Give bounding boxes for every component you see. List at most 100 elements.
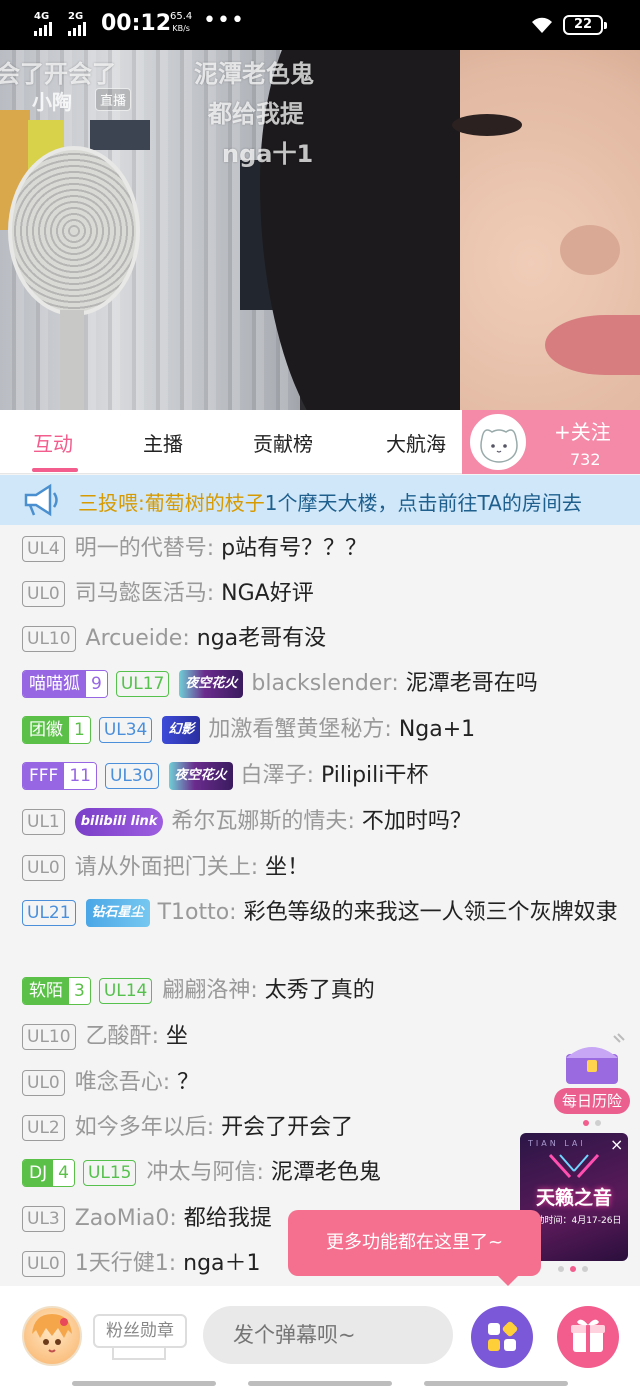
fan-medal[interactable]: 软陌 3 xyxy=(22,977,91,1005)
fan-medal[interactable]: FFF 11 xyxy=(22,762,97,790)
user-level-badge: UL30 xyxy=(104,763,159,789)
gift-notice-banner[interactable]: 三投喂:葡萄树的枝子1个摩天大楼，点击前往TA的房间去 xyxy=(0,475,640,525)
overlay-danmaku: 会了开会了 xyxy=(0,60,116,88)
chat-text: 彩色等级的来我这一人领三个灰牌奴隶 xyxy=(243,900,618,925)
chat-username[interactable]: Arcueide xyxy=(86,616,183,662)
user-level-badge: UL3 xyxy=(22,1206,65,1232)
signal-icon-2 xyxy=(68,22,86,36)
cat-avatar-icon xyxy=(480,429,518,463)
fan-medal[interactable]: DJ 4 xyxy=(22,1159,75,1187)
fan-medal-button[interactable]: 粉丝勋章 xyxy=(93,1314,187,1348)
treasure-chest-icon xyxy=(566,1033,625,1084)
chat-username[interactable]: 白澤子 xyxy=(241,753,307,799)
chat-message: FFF 11 UL30 夜空花火 白澤子: Pilipili干杯 xyxy=(22,753,632,799)
fan-medal-name: 喵喵狐 xyxy=(23,671,86,697)
fan-medal-level: 4 xyxy=(53,1160,74,1186)
notice-prefix: 三投喂: xyxy=(78,491,145,515)
chat-message: 软陌 3 UL14 翩翩洛神: 太秀了真的 xyxy=(22,968,632,1014)
tab-streamer[interactable]: 主播 xyxy=(143,428,183,457)
net-speed: 65.4 KB/s xyxy=(170,11,192,35)
fan-medal-level: 3 xyxy=(69,978,90,1004)
feature-tooltip[interactable]: 更多功能都在这里了~ xyxy=(288,1210,541,1286)
chat-text: 坐！ xyxy=(265,855,310,880)
my-avatar[interactable] xyxy=(22,1306,82,1366)
chat-username[interactable]: 冲太与阿信 xyxy=(146,1150,256,1196)
fan-medal-level: 11 xyxy=(64,763,96,789)
user-level-badge: UL1 xyxy=(22,809,65,835)
user-level-badge: UL15 xyxy=(82,1160,137,1186)
bottom-toolbar: 粉丝勋章 xyxy=(0,1286,640,1386)
fan-medal[interactable]: 团徽 1 xyxy=(22,716,91,744)
system-navigation-bar xyxy=(0,1380,640,1386)
widget-pager-dots xyxy=(583,1120,601,1126)
tab-guard[interactable]: 大航海 xyxy=(386,428,446,457)
chat-username[interactable]: 司马懿医活马 xyxy=(75,571,207,617)
user-level-badge: UL34 xyxy=(98,717,153,743)
chat-text: p站有号？？？ xyxy=(221,536,368,561)
streamer-eye xyxy=(452,114,522,136)
live-video-player[interactable]: 小陶 直播 会了开会了 泥潭老色鬼 都给我提 nga十1 xyxy=(0,50,640,410)
chat-username[interactable]: T1otto xyxy=(158,900,230,925)
chat-message: UL10 乙酸酐: 坐 xyxy=(22,1014,632,1060)
tab-contribution-rank[interactable]: 贡献榜 xyxy=(253,428,313,457)
chat-username[interactable]: 乙酸酐 xyxy=(86,1014,152,1060)
fan-medal-level: 9 xyxy=(86,671,107,697)
follow-button[interactable]: +关注 732 xyxy=(462,410,640,474)
follow-label: +关注 xyxy=(554,420,611,444)
title-badge: 幻影 xyxy=(162,716,201,744)
more-functions-button[interactable] xyxy=(471,1306,533,1368)
chat-text: Nga+1 xyxy=(398,717,476,742)
gift-button[interactable] xyxy=(557,1306,619,1368)
fan-medal-name: 软陌 xyxy=(23,978,69,1004)
streamer-avatar[interactable] xyxy=(470,414,526,470)
user-level-badge: UL2 xyxy=(22,1115,65,1141)
chat-text: Pilipili干杯 xyxy=(320,763,429,788)
live-badge: 直播 xyxy=(95,88,132,111)
fan-medal[interactable]: 喵喵狐 9 xyxy=(22,670,108,698)
user-level-badge: UL0 xyxy=(22,1070,65,1096)
tab-interaction[interactable]: 互动 xyxy=(33,428,73,457)
chat-username[interactable]: 翩翩洛神 xyxy=(162,968,250,1014)
net-speed-unit: KB/s xyxy=(172,24,190,33)
chat-text: 泥潭老色鬼 xyxy=(270,1160,381,1185)
chat-message: 团徽 1 UL34 幻影 加激看蟹黄堡秘方: Nga+1 xyxy=(22,707,632,753)
fan-stand xyxy=(60,310,84,410)
chat-text: 开会了开会了 xyxy=(221,1115,354,1140)
chat-text: 都给我提 xyxy=(183,1206,272,1231)
chat-message: UL0 唯念吾心: ？ xyxy=(22,1060,632,1106)
chat-username[interactable]: 希尔瓦娜斯的情夫 xyxy=(171,799,347,845)
chat-message: UL21 钻石星尘 T1otto: 彩色等级的来我这一人领三个灰牌奴隶 xyxy=(22,894,632,932)
user-level-badge: UL4 xyxy=(22,536,65,562)
chat-username[interactable]: ZaoMia0 xyxy=(75,1196,170,1242)
event-banner-title: 天籁之音 xyxy=(535,1187,612,1209)
chat-username[interactable]: 加激看蟹黄堡秘方 xyxy=(208,707,384,753)
status-bar: 4G 2G 00:12 65.4 KB/s ••• 22 xyxy=(0,0,640,50)
notice-message: 1个摩天大楼，点击前往TA的房间去 xyxy=(264,491,582,515)
chat-username[interactable]: 明一的代替号 xyxy=(75,526,207,572)
chat-username[interactable]: 请从外面把门关上 xyxy=(75,845,251,891)
chat-username[interactable]: 唯念吾心 xyxy=(75,1060,163,1106)
chat-username[interactable]: 1天行健1 xyxy=(75,1241,169,1286)
chat-text: NGA好评 xyxy=(221,581,314,606)
fan-medal-name: FFF xyxy=(23,763,65,789)
user-level-badge: UL14 xyxy=(98,978,153,1004)
user-level-badge: UL21 xyxy=(22,900,76,926)
net-speed-value: 65.4 xyxy=(170,11,193,22)
chat-username[interactable]: 如今多年以后 xyxy=(75,1105,207,1151)
chat-text: 不加时吗？ xyxy=(361,809,472,834)
clock: 00:12 xyxy=(101,11,172,36)
chat-username[interactable]: blackslender xyxy=(251,661,391,707)
gift-icon xyxy=(571,1319,605,1352)
signal-icon-1 xyxy=(34,22,52,36)
notice-user: 葡萄树的枝子 xyxy=(144,491,265,515)
chat-message: UL1 bilibili link 希尔瓦娜斯的情夫: 不加时吗？ xyxy=(22,799,632,845)
user-level-badge: UL17 xyxy=(115,671,170,697)
daily-adventure-widget[interactable]: 每日历险 xyxy=(554,1030,630,1114)
network-type-2: 2G xyxy=(68,11,84,22)
danmaku-input[interactable] xyxy=(203,1306,453,1364)
app-grid-icon xyxy=(488,1321,518,1351)
banner-pager-dots xyxy=(558,1266,588,1272)
anime-avatar-icon xyxy=(32,1314,72,1353)
active-tab-indicator xyxy=(32,468,78,472)
chat-text: nga老哥有没 xyxy=(196,626,327,651)
